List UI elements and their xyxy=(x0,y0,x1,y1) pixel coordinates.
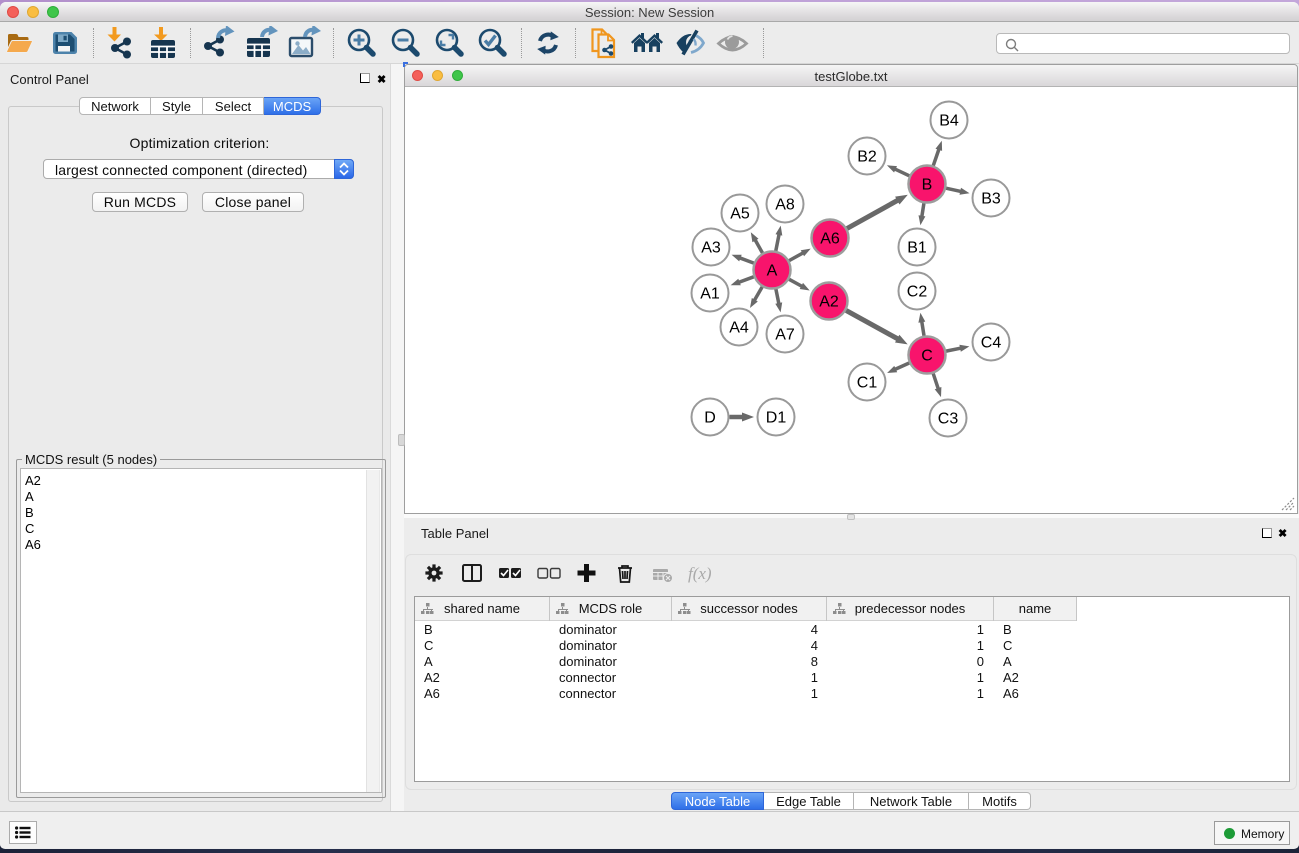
svg-text:A8: A8 xyxy=(775,197,795,214)
svg-text:C: C xyxy=(921,348,933,365)
svg-text:A2: A2 xyxy=(819,294,839,311)
svg-text:A6: A6 xyxy=(820,231,840,248)
svg-text:A3: A3 xyxy=(701,240,721,257)
svg-text:C1: C1 xyxy=(857,375,878,392)
svg-text:B3: B3 xyxy=(981,191,1001,208)
svg-text:A5: A5 xyxy=(730,206,750,223)
svg-text:B: B xyxy=(922,177,933,194)
svg-text:B4: B4 xyxy=(939,113,959,130)
svg-text:f(x): f(x) xyxy=(688,564,712,583)
svg-text:D: D xyxy=(704,410,716,427)
svg-text:A4: A4 xyxy=(729,320,749,337)
svg-text:C3: C3 xyxy=(938,411,959,428)
svg-text:C4: C4 xyxy=(981,335,1002,352)
svg-text:A1: A1 xyxy=(700,286,720,303)
svg-text:A7: A7 xyxy=(775,327,795,344)
svg-text:B1: B1 xyxy=(907,240,927,257)
svg-text:A: A xyxy=(767,263,778,280)
svg-text:D1: D1 xyxy=(766,410,787,427)
svg-text:B2: B2 xyxy=(857,149,877,166)
svg-text:C2: C2 xyxy=(907,284,928,301)
